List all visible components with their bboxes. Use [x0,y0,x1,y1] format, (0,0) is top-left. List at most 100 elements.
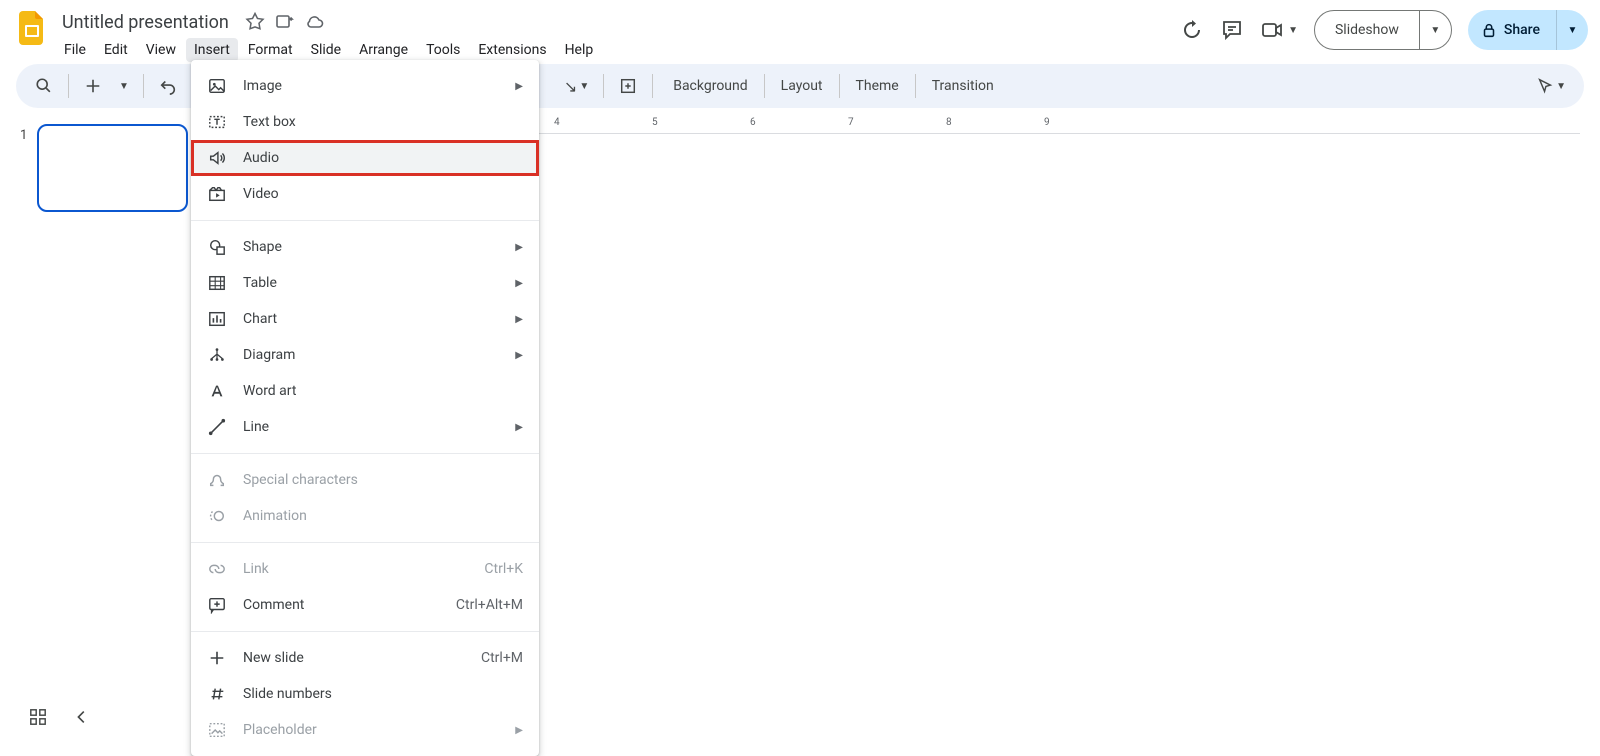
slide-thumbnail-1[interactable] [37,124,188,212]
cloud-status-icon[interactable] [305,12,325,32]
link-icon [207,559,227,579]
insert-menu-text-box[interactable]: Text box [191,104,539,140]
menu-item-shortcut: Ctrl+K [484,561,523,577]
version-history-icon[interactable] [1180,18,1204,42]
submenu-arrow-icon: ▶ [515,242,523,253]
insert-menu-image[interactable]: Image▶ [191,68,539,104]
menu-item-label: New slide [243,650,465,666]
slide-filmstrip: 1 [0,114,200,727]
insert-menu-table[interactable]: Table ▶ [191,265,539,301]
hash-icon [207,684,227,704]
menu-item-label: Audio [243,150,523,166]
insert-menu-shape[interactable]: Shape ▶ [191,229,539,265]
insert-menu-slide-numbers[interactable]: Slide numbers [191,676,539,712]
insert-menu-audio[interactable]: Audio [191,140,539,176]
slide-number: 1 [20,128,27,143]
insert-menu-new-slide[interactable]: New slideCtrl+M [191,640,539,676]
audio-icon [207,148,227,168]
document-title[interactable]: Untitled presentation [56,10,235,35]
menu-item-label: Diagram [243,347,499,363]
table-icon [207,273,227,293]
ruler-tick: 7 [848,117,854,128]
add-slide-button[interactable] [612,70,644,102]
ruler-tick: 5 [652,117,658,128]
slides-logo[interactable] [12,8,52,48]
line-tool-dropdown[interactable]: ↘▼ [558,70,595,102]
menu-item-label: Chart [243,311,499,327]
pointer-mode-button[interactable]: ▼ [1530,70,1572,102]
submenu-arrow-icon: ▶ [515,422,523,433]
insert-menu-comment[interactable]: Comment Ctrl+Alt+M [191,587,539,623]
toolbar-layout-button[interactable]: Layout [769,70,835,102]
menu-item-label: Animation [243,508,523,524]
slideshow-dropdown[interactable]: ▼ [1419,11,1451,49]
menu-item-shortcut: Ctrl+Alt+M [456,597,523,613]
grid-view-icon[interactable] [28,707,48,727]
submenu-arrow-icon: ▶ [515,278,523,289]
new-slide-plus-button[interactable] [77,70,109,102]
shape-icon [207,237,227,257]
meet-icon[interactable] [1260,18,1284,42]
move-icon[interactable] [275,12,295,32]
share-label: Share [1504,22,1540,38]
line-icon [207,417,227,437]
submenu-arrow-icon: ▶ [515,314,523,325]
insert-menu-diagram[interactable]: Diagram ▶ [191,337,539,373]
textbox-icon [207,112,227,132]
search-menus-button[interactable] [28,70,60,102]
menu-item-label: Text box [243,114,523,130]
menu-item-label: Comment [243,597,440,613]
menu-file[interactable]: File [56,38,94,62]
insert-menu-link: Link Ctrl+K [191,551,539,587]
share-button[interactable]: Share [1468,10,1556,50]
toolbar-background-button[interactable]: Background [661,70,759,102]
insert-menu-special-characters: Special characters [191,462,539,498]
menubar: FileEditViewInsertFormatSlideArrangeTool… [56,38,601,62]
undo-button[interactable] [152,70,184,102]
menu-edit[interactable]: Edit [96,38,136,62]
insert-menu-animation: Animation [191,498,539,534]
ruler-tick: 4 [554,117,560,128]
toolbar-transition-button[interactable]: Transition [920,70,1006,102]
ruler-tick: 9 [1044,117,1050,128]
menu-item-label: Word art [243,383,523,399]
menu-format[interactable]: Format [240,38,301,62]
share-dropdown[interactable]: ▼ [1556,10,1588,50]
menu-item-label: Line [243,419,499,435]
omega-icon [207,470,227,490]
ruler-tick: 8 [946,117,952,128]
comments-icon[interactable] [1220,18,1244,42]
menu-item-label: Video [243,186,523,202]
menu-item-label: Shape [243,239,499,255]
animation-icon [207,506,227,526]
image-icon [207,76,227,96]
menu-tools[interactable]: Tools [418,38,468,62]
menu-extensions[interactable]: Extensions [470,38,554,62]
menu-slide[interactable]: Slide [303,38,349,62]
placeholder-icon [207,720,227,740]
menu-item-label: Table [243,275,499,291]
comment-icon [207,595,227,615]
submenu-arrow-icon: ▶ [515,81,523,92]
menu-help[interactable]: Help [557,38,602,62]
menu-item-label: Slide numbers [243,686,523,702]
star-icon[interactable] [245,12,265,32]
chart-icon [207,309,227,329]
menu-view[interactable]: View [138,38,184,62]
insert-menu-word-art[interactable]: Word art [191,373,539,409]
previous-slide-icon[interactable] [72,707,92,727]
slideshow-button[interactable]: Slideshow [1315,11,1419,49]
plus-icon [207,648,227,668]
toolbar-theme-button[interactable]: Theme [844,70,911,102]
insert-menu-video[interactable]: Video [191,176,539,212]
menu-insert[interactable]: Insert [186,38,238,62]
insert-menu-dropdown: Image▶Text boxAudioVideoShape▶Table▶Char… [191,60,539,756]
video-icon [207,184,227,204]
meet-dropdown-caret[interactable]: ▼ [1288,25,1298,36]
new-slide-dropdown[interactable]: ▼ [113,70,135,102]
menu-arrange[interactable]: Arrange [351,38,416,62]
menu-item-label: Link [243,561,468,577]
insert-menu-line[interactable]: Line ▶ [191,409,539,445]
insert-menu-chart[interactable]: Chart ▶ [191,301,539,337]
submenu-arrow-icon: ▶ [515,350,523,361]
